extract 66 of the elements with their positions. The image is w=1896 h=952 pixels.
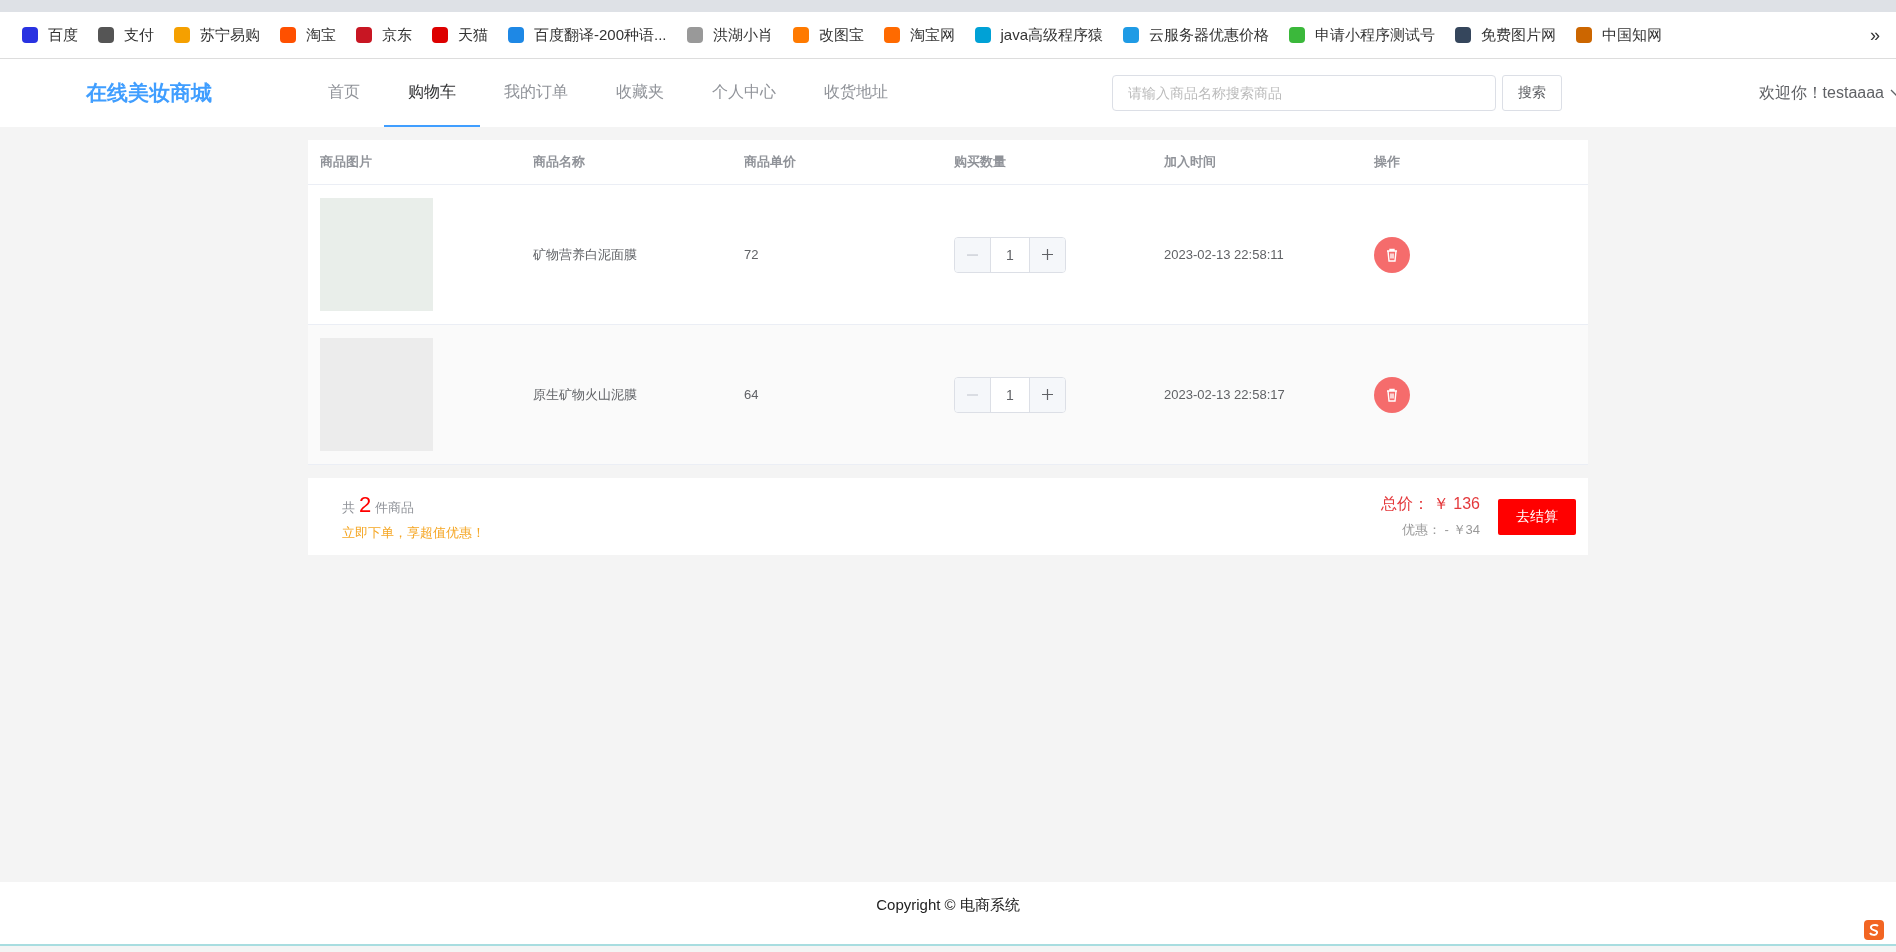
nav-tab[interactable]: 购物车 <box>384 59 480 127</box>
bookmark-icon <box>356 27 372 43</box>
input-method-icon[interactable] <box>1864 920 1884 940</box>
bookmark-link[interactable]: 百度翻译-200种语... <box>498 25 677 45</box>
user-greeting[interactable]: 欢迎你！testaaaa <box>1758 82 1884 104</box>
search-field[interactable]: 请输入商品名称搜索商品 <box>1112 75 1496 111</box>
bookmark-link[interactable]: 洪湖小肖 <box>676 25 783 45</box>
bookmark-link[interactable]: 淘宝 <box>270 25 346 45</box>
checkout-button[interactable]: 去结算 <box>1498 498 1576 535</box>
bookmark-icon <box>280 27 296 43</box>
delete-button[interactable] <box>1374 376 1410 413</box>
bookmark-icon <box>22 27 38 43</box>
bookmark-icon <box>883 27 900 43</box>
bookmark-link[interactable]: 云服务器优惠价格 <box>1113 25 1280 45</box>
unit-price: 64 <box>744 387 759 402</box>
added-time: 2023-02-13 22:58:11 <box>1164 247 1284 262</box>
bookmark-icon <box>508 27 524 43</box>
count-prefix: 共 <box>342 498 355 517</box>
more-bookmarks-button[interactable]: » <box>1870 24 1880 46</box>
product-name: 原生矿物火山泥膜 <box>533 385 637 404</box>
bookmark-link[interactable]: 淘宝网 <box>873 25 965 45</box>
plus-icon <box>1042 249 1053 260</box>
quantity-value: 1 <box>1005 245 1015 265</box>
item-count: 2 <box>359 491 372 518</box>
bookmark-link[interactable]: 申请小程序测试号 <box>1279 25 1446 45</box>
bookmark-icon <box>974 27 991 43</box>
bookmark-link[interactable]: 支付 <box>88 25 164 45</box>
bookmark-icon <box>792 27 809 43</box>
bookmark-link[interactable]: 京东 <box>346 25 422 45</box>
bookmark-icon <box>98 27 114 43</box>
column-header: 购买数量 <box>954 153 1006 171</box>
search-button[interactable]: 搜索 <box>1502 75 1562 111</box>
unit-price: 72 <box>744 247 759 262</box>
bookmark-link[interactable]: 改图宝 <box>782 25 874 45</box>
bookmark-icon <box>1123 27 1140 43</box>
column-header: 商品单价 <box>744 153 796 171</box>
total-price: ￥ 136 <box>1432 494 1480 514</box>
delete-button[interactable] <box>1374 236 1410 273</box>
bookmark-icon <box>174 27 190 43</box>
bookmark-icon <box>1455 27 1472 43</box>
bookmark-icon <box>1576 27 1593 43</box>
promo-text: 立即下单，享超值优惠！ <box>342 523 485 542</box>
bookmark-link[interactable]: 中国知网 <box>1566 25 1673 45</box>
column-header: 商品名称 <box>533 153 585 171</box>
bookmark-icon <box>1289 27 1306 43</box>
added-time: 2023-02-13 22:58:17 <box>1164 387 1285 402</box>
copyright-text: Copyright © 电商系统 <box>876 896 1020 915</box>
minus-icon <box>967 253 978 256</box>
column-header: 商品图片 <box>320 153 372 171</box>
bookmark-link[interactable]: 天猫 <box>422 25 498 45</box>
quantity-value: 1 <box>1005 385 1015 405</box>
trash-icon <box>1385 387 1399 402</box>
bookmark-icon <box>686 27 703 43</box>
bookmark-link[interactable]: 百度 <box>12 25 88 45</box>
bookmark-link[interactable]: 免费图片网 <box>1445 25 1567 45</box>
product-name: 矿物营养白泥面膜 <box>533 245 637 264</box>
bookmark-link[interactable]: 苏宁易购 <box>164 25 270 45</box>
plus-icon <box>1042 389 1053 400</box>
count-suffix: 件商品 <box>375 498 415 517</box>
trash-icon <box>1385 247 1399 262</box>
column-header: 操作 <box>1374 153 1400 171</box>
bookmark-icon <box>432 27 448 43</box>
discount-text: 优惠： - ￥34 <box>1402 521 1480 539</box>
column-header: 加入时间 <box>1164 153 1216 171</box>
total-label: 总价： <box>1380 494 1429 514</box>
bookmark-link[interactable]: java高级程序猿 <box>964 25 1114 45</box>
